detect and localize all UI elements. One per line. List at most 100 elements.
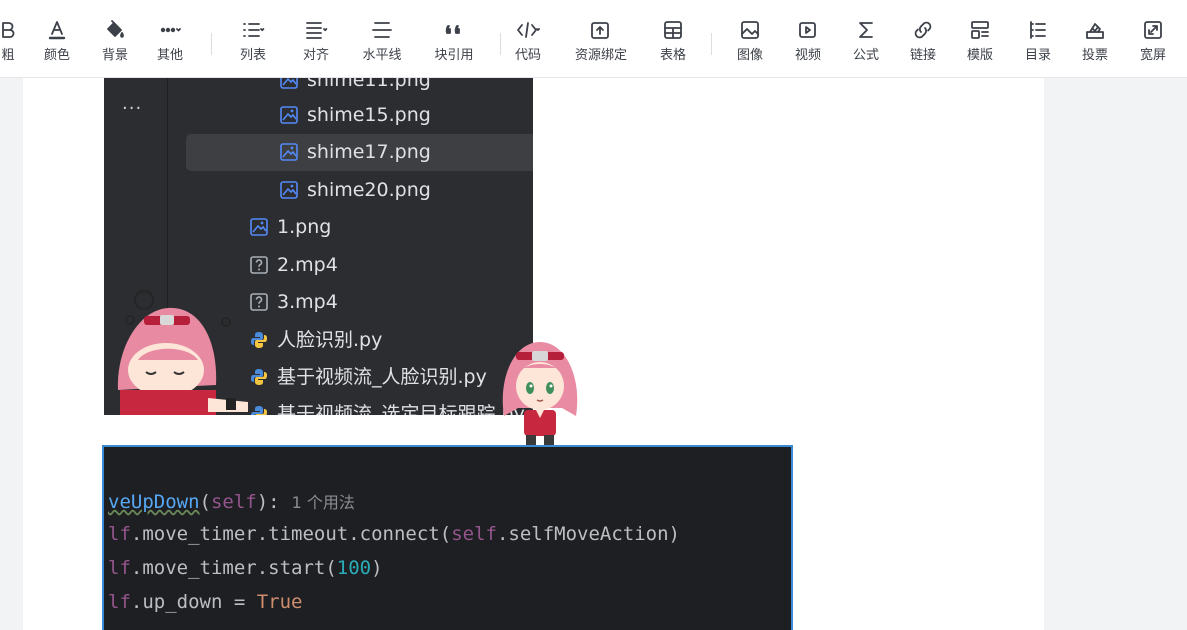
vote-icon — [1083, 18, 1107, 42]
toolbar-label: 表格 — [659, 48, 686, 63]
toolbar-table-button[interactable]: 表格 — [648, 18, 698, 74]
toolbar-template-button[interactable]: 模版 — [955, 18, 1005, 74]
toolbar-label: 资源绑定 — [575, 48, 628, 63]
toolbar-image-button[interactable]: 图像 — [725, 18, 775, 74]
toolbar-label: 粗 — [1, 48, 15, 63]
toolbar-font-color-button[interactable]: 颜色 — [32, 18, 82, 74]
toc-icon — [1026, 18, 1050, 42]
table-icon — [661, 18, 685, 42]
toolbar-label: 代码 — [514, 48, 541, 63]
toolbar-resource-bind-button[interactable]: 资源绑定 — [575, 18, 628, 74]
code-token-self: lf — [108, 591, 131, 613]
toolbar-separator — [711, 33, 712, 55]
file-item: 2.mp4 — [250, 247, 338, 284]
image-file-icon — [280, 175, 298, 199]
align-icon — [304, 18, 328, 42]
code-token-number: 100 — [336, 557, 372, 579]
toolbar-link-button[interactable]: 链接 — [898, 18, 948, 74]
toolbar-label: 宽屏 — [1139, 48, 1166, 63]
toolbar-align-button[interactable]: 对齐 — [291, 18, 341, 74]
file-item: 基于视频流_人脸识别.py — [250, 359, 487, 396]
toolbar-formula-button[interactable]: 公式 — [841, 18, 891, 74]
code-token: ( — [199, 491, 211, 513]
toolbar-list-button[interactable]: 列表 — [228, 18, 278, 74]
file-item-selected: shime17.png — [186, 134, 533, 171]
video-icon — [796, 18, 820, 42]
list-icon — [241, 18, 265, 42]
code-token: .move_timer.timeout.connect( — [130, 523, 452, 545]
toolbar-video-button[interactable]: 视频 — [783, 18, 833, 74]
code-token-self: lf — [108, 557, 131, 579]
image-icon — [738, 18, 762, 42]
toolbar-bold-button[interactable]: 粗 — [0, 18, 33, 74]
horizontal-rule-icon — [370, 18, 394, 42]
resource-bind-icon — [588, 18, 612, 42]
toolbar-label: 其他 — [156, 48, 183, 63]
code-token: ): — [256, 491, 280, 513]
code-token-keyword: True — [256, 591, 303, 613]
toolbar-label: 对齐 — [302, 48, 329, 63]
toolbar-horizontal-rule-button[interactable]: 水平线 — [357, 18, 407, 74]
code-line-2: lf.move_timer.timeout.connect(self.selfM… — [108, 523, 680, 545]
file-item: 3.mp4 — [250, 284, 338, 321]
file-name: shime15.png — [307, 104, 431, 126]
toolbar-label: 颜色 — [43, 48, 70, 63]
toolbar-toc-button[interactable]: 目录 — [1013, 18, 1063, 74]
file-name: shime11.png — [307, 78, 431, 91]
chibi-mascot-lying — [117, 290, 248, 415]
bold-icon — [0, 18, 20, 42]
toolbar-label: 目录 — [1024, 48, 1051, 63]
code-line-4: lf.up_down = True — [108, 591, 303, 613]
file-name: 基于视频流_选定目标跟踪.py — [277, 403, 525, 415]
toolbar-more-button[interactable]: 其他 — [145, 18, 195, 74]
code-icon — [516, 18, 540, 42]
file-item: 人脸识别.py — [250, 322, 382, 359]
toolbar-code-button[interactable]: 代码 — [503, 18, 553, 74]
file-item: shime15.png — [280, 97, 431, 134]
embedded-ide-screenshot[interactable]: ··· shime11.png shime15.png shime17.png … — [104, 78, 533, 415]
widescreen-icon — [1141, 18, 1165, 42]
toolbar-vote-button[interactable]: 投票 — [1070, 18, 1120, 74]
toolbar-label: 公式 — [852, 48, 879, 63]
toolbar-widescreen-button[interactable]: 宽屏 — [1128, 18, 1178, 74]
toolbar-blockquote-button[interactable]: 块引用 — [429, 18, 479, 74]
more-icon: ··· — [122, 98, 143, 119]
toolbar-label: 块引用 — [434, 48, 474, 63]
file-item: 基于视频流_选定目标跟踪.py — [250, 396, 525, 415]
toolbar-label: 背景 — [101, 48, 128, 63]
function-name: veUpDown — [108, 491, 200, 513]
embedded-code-screenshot[interactable]: veUpDown(self): 1 个用法 lf.move_timer.timeo… — [102, 445, 793, 630]
paint-bucket-icon — [103, 18, 127, 42]
toolbar-separator — [500, 33, 501, 55]
toolbar-label: 链接 — [909, 48, 936, 63]
sigma-icon — [854, 18, 878, 42]
file-name: 2.mp4 — [277, 254, 338, 276]
usage-hint: 1 个用法 — [291, 493, 355, 512]
code-line-3: lf.move_timer.start(100) — [108, 557, 383, 579]
editor-toolbar: 粗 颜色 背景 其他 列表 对齐 水平线 块引用 代码 资源绑定 表格 图像 视… — [0, 0, 1187, 78]
code-line-1: veUpDown(self): 1 个用法 — [108, 489, 355, 513]
code-token: .move_timer.start( — [130, 557, 337, 579]
file-item: 1.png — [250, 209, 331, 246]
unknown-file-icon — [250, 250, 268, 274]
file-name: shime17.png — [307, 141, 431, 163]
file-item: shime20.png — [280, 172, 431, 209]
chibi-mascot-standing — [502, 342, 578, 452]
toolbar-label: 图像 — [736, 48, 763, 63]
image-file-icon — [280, 78, 298, 89]
image-file-icon — [280, 100, 298, 124]
code-token: .selfMoveAction) — [496, 523, 680, 545]
code-token: .up_down = — [130, 591, 257, 613]
file-name: 基于视频流_人脸识别.py — [277, 366, 487, 388]
toolbar-label: 列表 — [239, 48, 266, 63]
toolbar-background-button[interactable]: 背景 — [90, 18, 140, 74]
toolbar-label: 投票 — [1081, 48, 1108, 63]
toolbar-label: 水平线 — [362, 48, 402, 63]
blockquote-icon — [442, 18, 466, 42]
image-file-icon — [250, 212, 268, 236]
toolbar-label: 模版 — [966, 48, 993, 63]
code-token-self: lf — [108, 523, 131, 545]
more-icon — [158, 18, 182, 42]
file-name: 人脸识别.py — [277, 329, 383, 351]
code-token-self: self — [451, 523, 497, 545]
